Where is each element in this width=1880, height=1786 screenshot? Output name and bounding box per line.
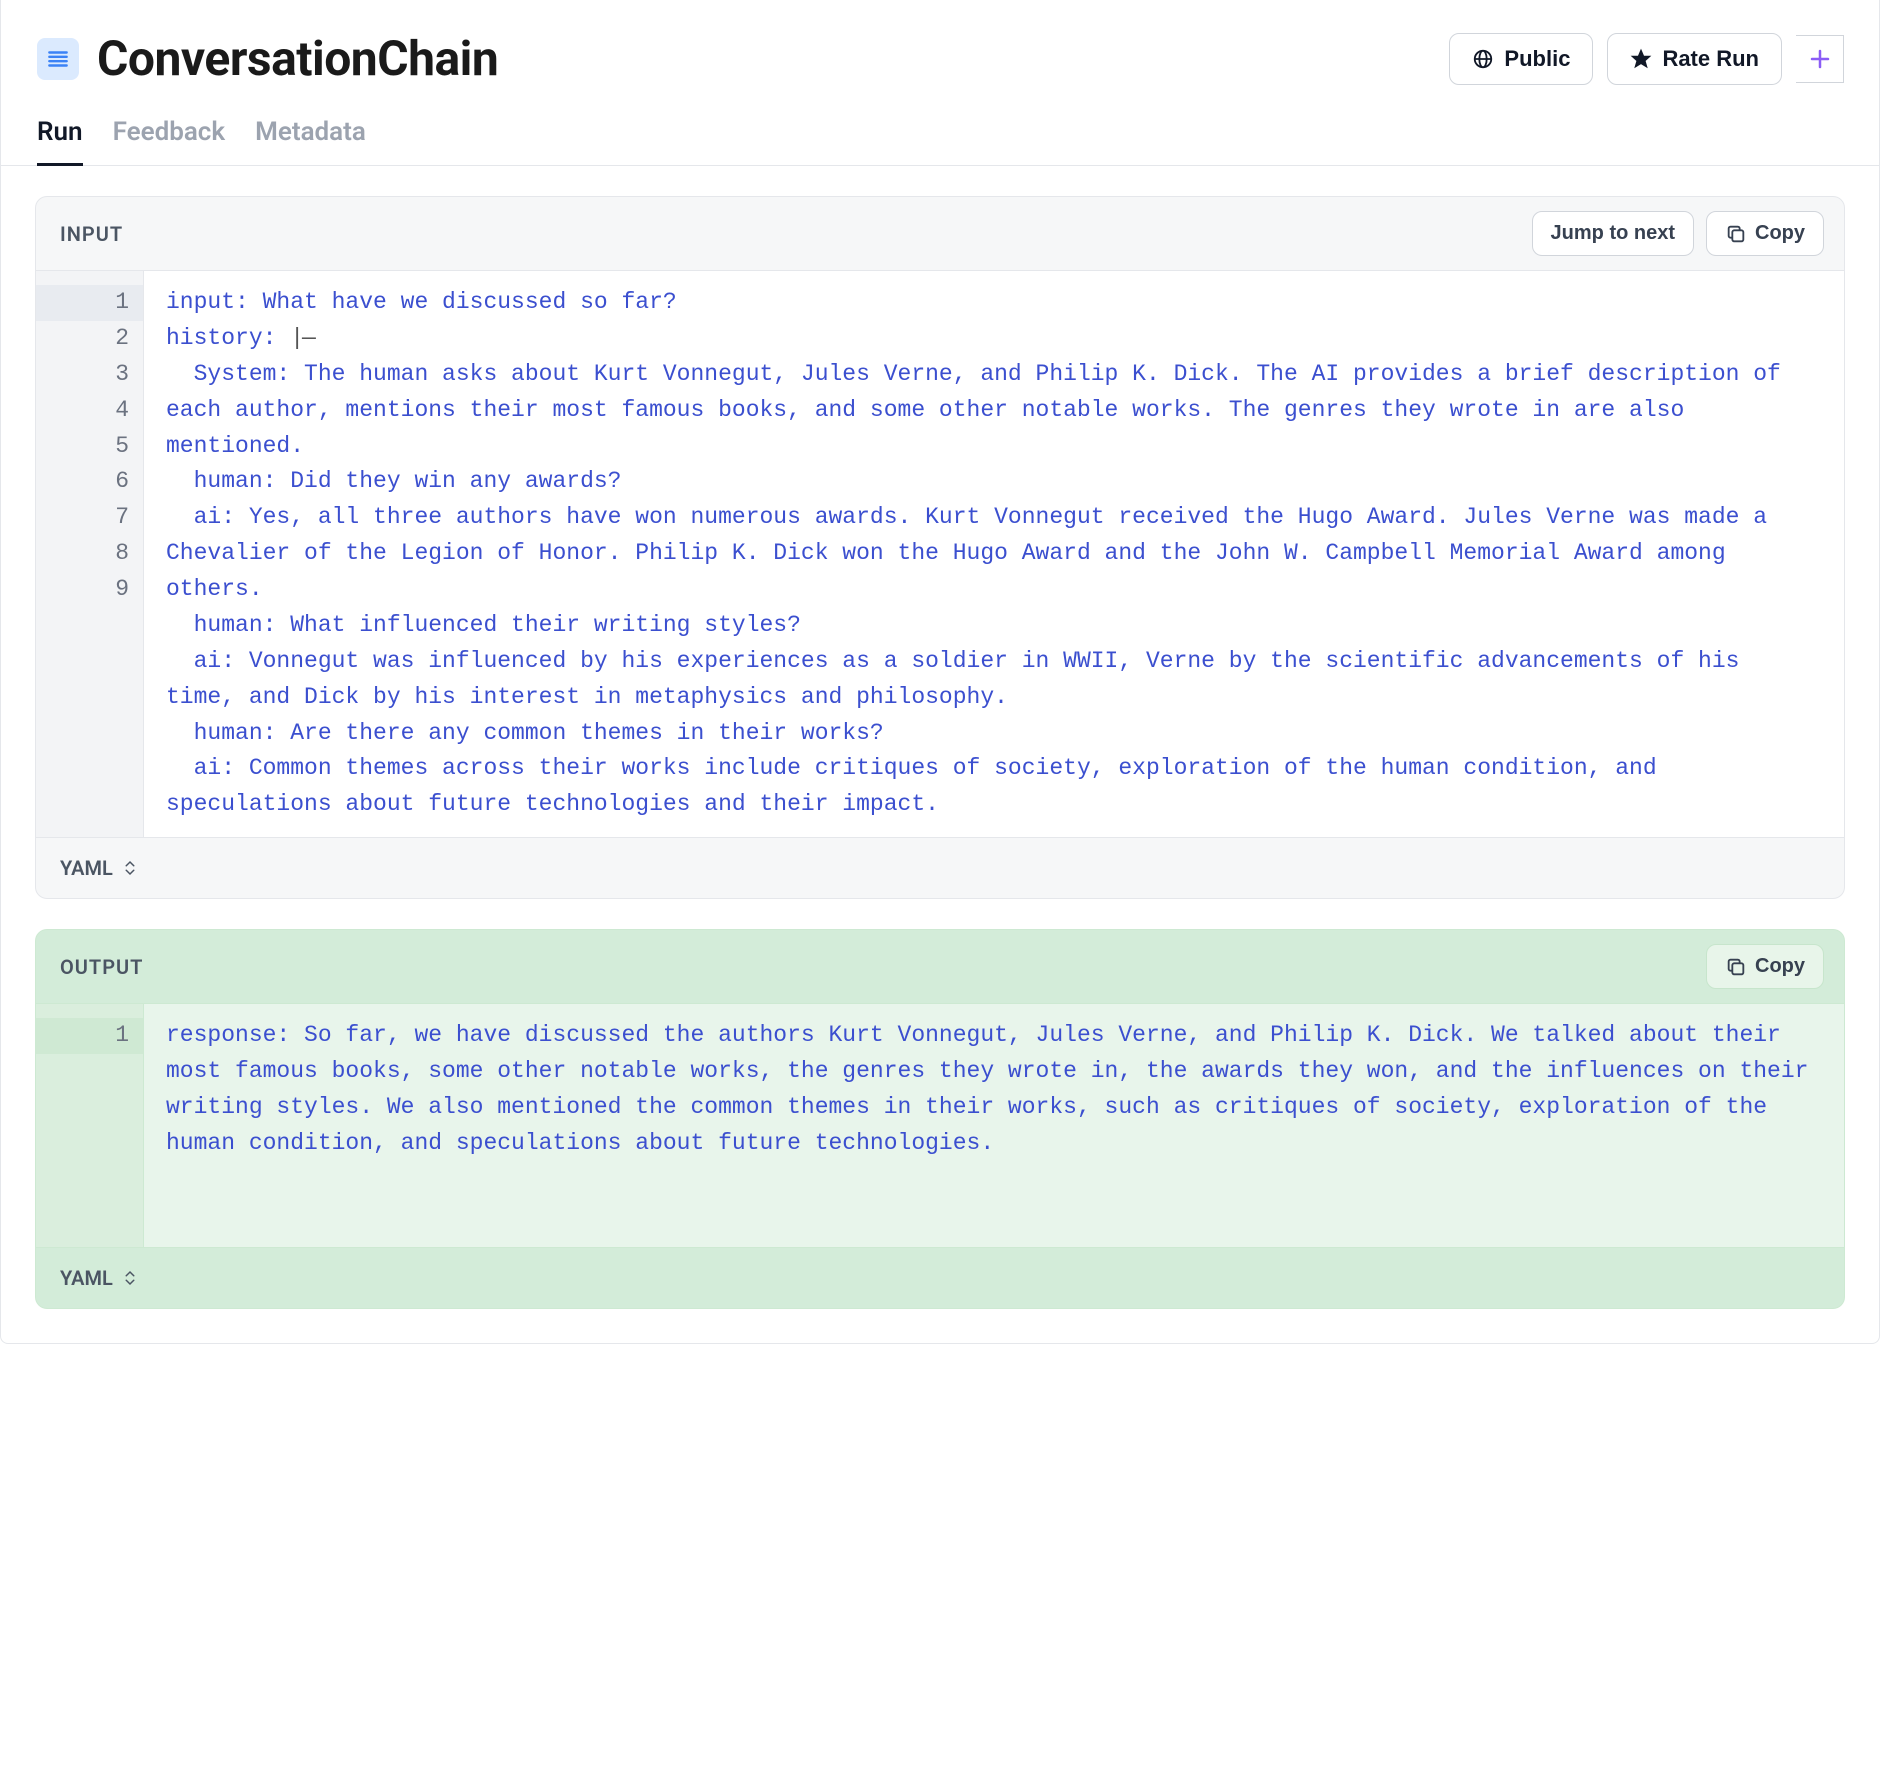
page-container: ConversationChain Public Rate Run [0, 0, 1880, 1344]
output-gutter: 1 [36, 1004, 144, 1247]
plus-icon [1808, 47, 1832, 71]
page-title: ConversationChain [97, 30, 498, 87]
jump-to-next-label: Jump to next [1551, 222, 1675, 245]
output-copy-button[interactable]: Copy [1706, 944, 1824, 989]
line-number: 4 [36, 393, 129, 429]
input-panel: INPUT Jump to next Copy 1 [35, 196, 1845, 899]
public-button-label: Public [1504, 46, 1570, 72]
code-line: human: What influenced their writing sty… [166, 608, 1820, 644]
tab-feedback[interactable]: Feedback [113, 103, 226, 166]
chain-icon [37, 38, 79, 80]
line-number [36, 1198, 129, 1234]
line-number: 7 [36, 500, 129, 536]
line-number: 3 [36, 357, 129, 393]
line-number [36, 1162, 129, 1198]
input-panel-title: INPUT [60, 222, 123, 246]
add-button[interactable] [1796, 35, 1844, 83]
code-line: ai: Yes, all three authors have won nume… [166, 500, 1820, 608]
output-panel-actions: Copy [1706, 944, 1824, 989]
output-panel: OUTPUT Copy 1 [35, 929, 1845, 1309]
input-code-area[interactable]: 1 2 3 4 5 6 7 8 9 [36, 270, 1844, 837]
output-code-area[interactable]: 1 response: So far, we have discussed th… [36, 1003, 1844, 1247]
line-number [36, 1054, 129, 1090]
tabs: Run Feedback Metadata [1, 103, 1879, 166]
input-copy-button[interactable]: Copy [1706, 211, 1824, 256]
rate-run-button-label: Rate Run [1662, 46, 1759, 72]
line-number: 8 [36, 536, 129, 572]
tab-run[interactable]: Run [37, 103, 83, 166]
line-number: 1 [36, 285, 143, 321]
output-panel-header: OUTPUT Copy [36, 930, 1844, 1003]
globe-icon [1472, 48, 1494, 70]
output-copy-label: Copy [1755, 955, 1805, 978]
chevron-up-down-icon [121, 1269, 139, 1287]
rate-run-button[interactable]: Rate Run [1607, 33, 1782, 85]
public-button[interactable]: Public [1449, 33, 1593, 85]
content: INPUT Jump to next Copy 1 [1, 166, 1879, 1343]
header-actions: Public Rate Run [1449, 33, 1843, 85]
code-line: response: So far, we have discussed the … [166, 1018, 1820, 1162]
line-number: 6 [36, 464, 129, 500]
output-panel-title: OUTPUT [60, 955, 143, 979]
line-number [36, 1090, 129, 1126]
line-number: 2 [36, 321, 129, 357]
input-copy-label: Copy [1755, 222, 1805, 245]
code-line: human: Are there any common themes in th… [166, 716, 1820, 752]
copy-icon [1725, 956, 1747, 978]
copy-icon [1725, 223, 1747, 245]
input-panel-actions: Jump to next Copy [1532, 211, 1824, 256]
line-number: 5 [36, 429, 129, 465]
output-format-label: YAML [60, 1266, 113, 1290]
tab-metadata[interactable]: Metadata [255, 103, 366, 166]
header-left: ConversationChain [37, 30, 498, 87]
line-number: 1 [36, 1018, 143, 1054]
input-panel-header: INPUT Jump to next Copy [36, 197, 1844, 270]
code-line: System: The human asks about Kurt Vonneg… [166, 357, 1820, 465]
code-line: history: |— [166, 321, 1820, 357]
input-gutter: 1 2 3 4 5 6 7 8 9 [36, 271, 144, 837]
code-line: human: Did they win any awards? [166, 464, 1820, 500]
output-format-selector[interactable]: YAML [36, 1247, 1844, 1308]
jump-to-next-button[interactable]: Jump to next [1532, 211, 1694, 256]
chevron-up-down-icon [121, 859, 139, 877]
code-line: input: What have we discussed so far? [166, 285, 1820, 321]
input-format-label: YAML [60, 856, 113, 880]
header: ConversationChain Public Rate Run [1, 0, 1879, 103]
code-line: ai: Vonnegut was influenced by his exper… [166, 644, 1820, 716]
code-line: ai: Common themes across their works inc… [166, 751, 1820, 823]
line-number: 9 [36, 572, 129, 608]
line-number [36, 1126, 129, 1162]
input-code-lines: input: What have we discussed so far? hi… [144, 271, 1844, 837]
output-code-lines: response: So far, we have discussed the … [144, 1004, 1844, 1247]
input-format-selector[interactable]: YAML [36, 837, 1844, 898]
star-icon [1630, 48, 1652, 70]
